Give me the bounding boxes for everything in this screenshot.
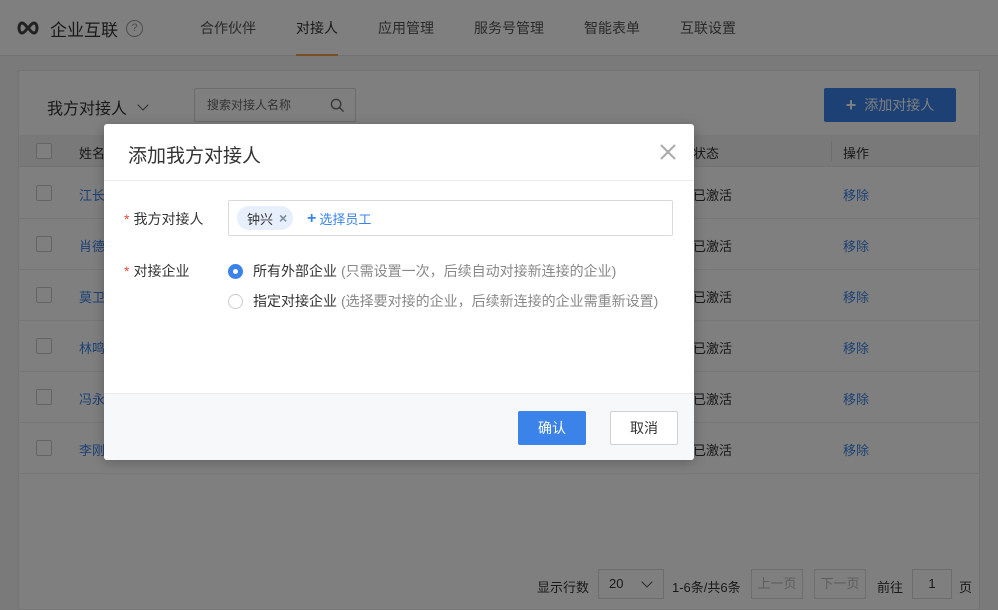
radio-specified-enterprises[interactable]: 指定对接企业 (选择要对接的企业，后续新连接的企业需重新设置) <box>228 291 658 311</box>
required-mark: * <box>124 211 130 227</box>
radio-label: 指定对接企业 <box>253 293 337 309</box>
enterprise-field-label-text: 对接企业 <box>133 263 190 279</box>
employee-picker[interactable]: 钟兴 × + 选择员工 <box>228 200 673 236</box>
contact-field-label-text: 我方对接人 <box>133 211 204 227</box>
tag-label: 钟兴 <box>247 211 274 227</box>
add-contact-dialog: 添加我方对接人 * 我方对接人 钟兴 × + 选择员工 * 对接企业 所有外部企业 … <box>104 124 694 460</box>
dialog-footer: 确认 取消 <box>104 393 694 460</box>
contact-field-label: * 我方对接人 <box>124 209 203 229</box>
select-employee-link[interactable]: + 选择员工 <box>307 209 371 228</box>
remove-tag-icon[interactable]: × <box>279 210 287 226</box>
confirm-button[interactable]: 确认 <box>518 411 586 445</box>
dialog-title: 添加我方对接人 <box>128 146 262 167</box>
radio-button[interactable] <box>228 263 243 279</box>
radio-button[interactable] <box>228 293 243 309</box>
selected-employee-tag: 钟兴 × <box>237 206 294 230</box>
cancel-button[interactable]: 取消 <box>610 411 678 445</box>
dialog-header: 添加我方对接人 <box>104 124 694 181</box>
select-employee-label: 选择员工 <box>319 212 372 227</box>
radio-hint: (只需设置一次，后续自动对接新连接的企业) <box>341 263 617 279</box>
plus-icon: + <box>307 209 317 227</box>
dialog-body: * 我方对接人 钟兴 × + 选择员工 * 对接企业 所有外部企业 (只需设置一次，… <box>104 181 694 393</box>
radio-label: 所有外部企业 <box>253 263 337 279</box>
radio-hint: (选择要对接的企业，后续新连接的企业需重新设置) <box>341 293 659 309</box>
enterprise-field-label: * 对接企业 <box>124 261 189 281</box>
required-mark: * <box>124 263 130 279</box>
radio-all-enterprises[interactable]: 所有外部企业 (只需设置一次，后续自动对接新连接的企业) <box>228 261 616 281</box>
close-icon[interactable] <box>658 142 678 162</box>
